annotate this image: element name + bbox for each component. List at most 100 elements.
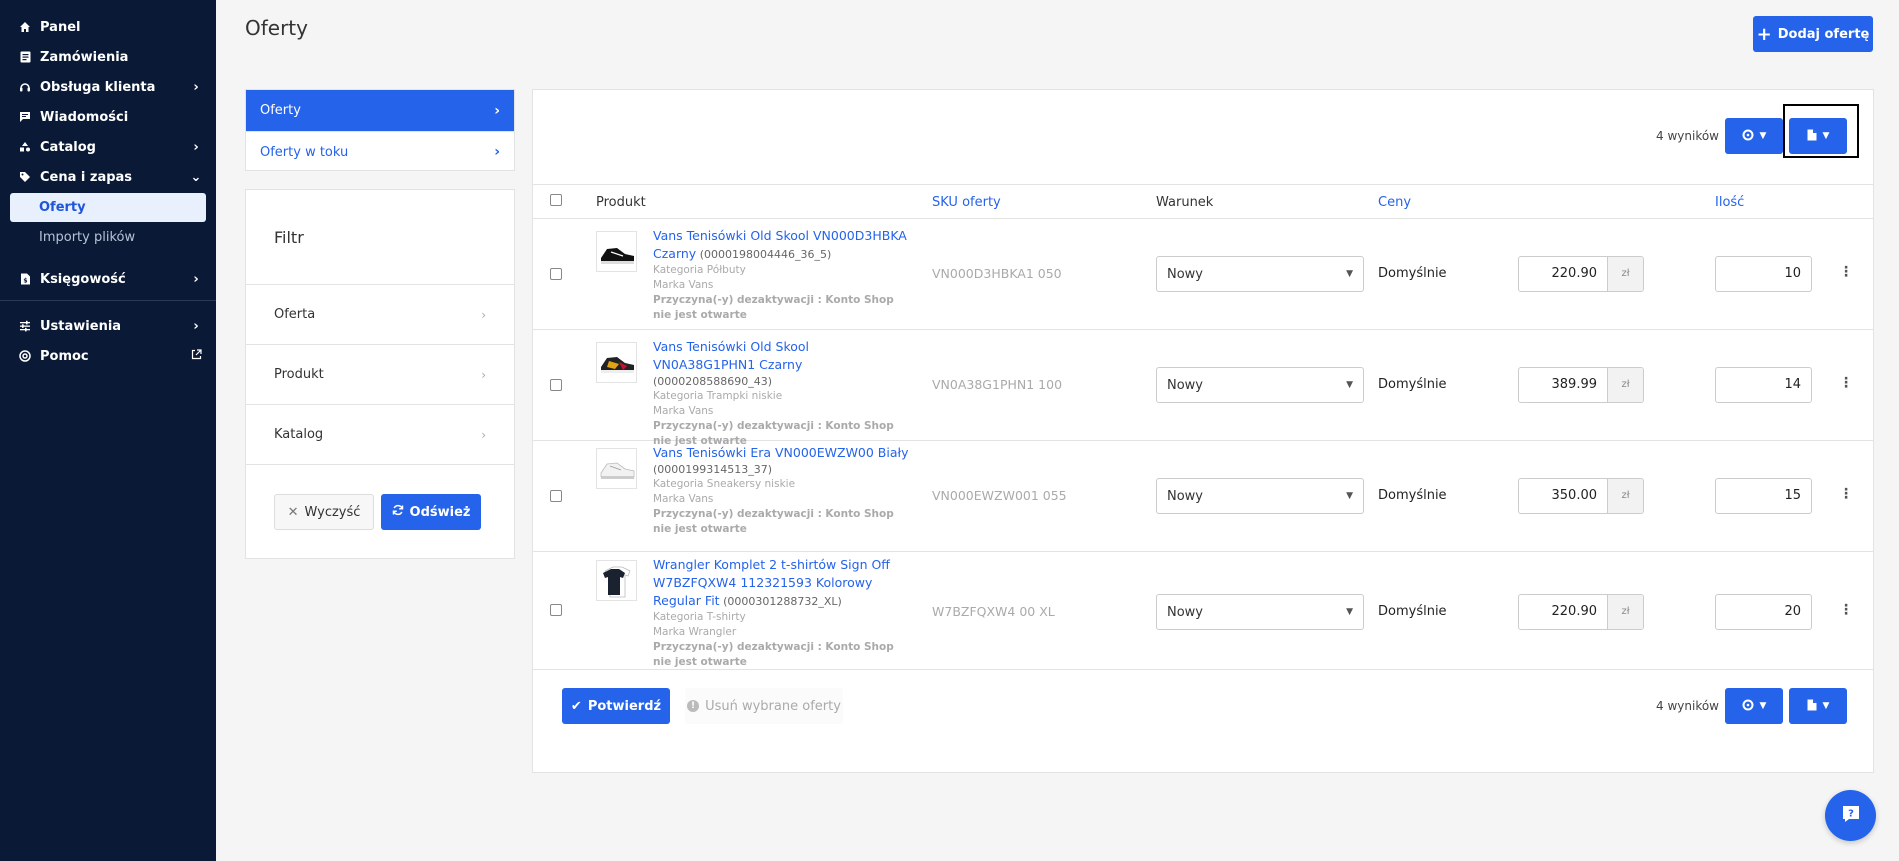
- help-chat-button[interactable]: ?: [1825, 790, 1876, 841]
- product-brand: Marka Vans: [653, 279, 714, 291]
- offer-sku: VN000D3HBKA1 050: [932, 266, 1062, 281]
- nav-item-help[interactable]: Pomoc: [0, 341, 216, 371]
- orders-icon: [18, 50, 32, 64]
- condition-select[interactable]: Nowy ▼: [1156, 478, 1364, 514]
- column-condition: Warunek: [1156, 195, 1214, 210]
- table-header: Produkt SKU oferty Warunek Ceny Ilość: [533, 184, 1873, 219]
- row-checkbox[interactable]: [550, 379, 562, 391]
- page-title: Oferty: [245, 16, 308, 40]
- filter-row-product[interactable]: Produkt ›: [246, 345, 514, 405]
- product-name-link[interactable]: Vans Tenisówki Era VN000EWZW00 Biały: [653, 445, 908, 460]
- column-prices[interactable]: Ceny: [1378, 185, 1411, 220]
- table-row: Wrangler Komplet 2 t-shirtów Sign Off W7…: [533, 552, 1873, 670]
- nav-item-accounting[interactable]: $ Księgowość ›: [0, 264, 216, 294]
- price-input[interactable]: 220.90 zł: [1518, 594, 1644, 630]
- nav-item-messages[interactable]: Wiadomości: [0, 102, 216, 132]
- refresh-button[interactable]: Odśwież: [381, 494, 481, 530]
- nav-item-customer-service[interactable]: Obsługa klienta ›: [0, 72, 216, 102]
- product-thumbnail: [596, 560, 637, 601]
- price-input[interactable]: 220.90 zł: [1518, 256, 1644, 292]
- column-quantity[interactable]: Ilość: [1715, 185, 1744, 220]
- filter-title: Filtr: [246, 190, 514, 285]
- price-type: Domyślnie: [1378, 604, 1447, 619]
- sidebar: Panel Zamówienia Obsługa klienta › Wiado…: [0, 0, 216, 861]
- deactivation-reason: Przyczyna(-y) dezaktywacji : Konto Shop …: [653, 294, 894, 321]
- price-value: 220.90: [1551, 604, 1598, 619]
- table-row: Vans Tenisówki Era VN000EWZW00 Biały (000…: [533, 441, 1873, 552]
- condition-select[interactable]: Nowy ▼: [1156, 256, 1364, 292]
- chevron-down-icon: ▼: [1759, 701, 1767, 711]
- more-options-icon[interactable]: ⋮: [1839, 264, 1853, 280]
- product-category: Kategoria Półbuty: [653, 264, 746, 276]
- product-info: Vans Tenisówki Old Skool VN0A38G1PHN1 Cz…: [653, 338, 913, 449]
- filter-row-catalog[interactable]: Katalog ›: [246, 405, 514, 465]
- nav-item-orders[interactable]: Zamówienia: [0, 42, 216, 72]
- add-offer-button[interactable]: + Dodaj ofertę: [1753, 16, 1873, 52]
- confirm-button[interactable]: ✔ Potwierdź: [562, 688, 670, 724]
- nav-subitem-offers[interactable]: Oferty: [10, 193, 206, 222]
- chevron-right-icon: ›: [494, 102, 500, 119]
- nav-subitem-file-imports[interactable]: Importy plików: [10, 223, 206, 252]
- product-info: Vans Tenisówki Old Skool VN000D3HBKA Cza…: [653, 227, 913, 323]
- tab-label: Oferty w toku: [260, 144, 349, 160]
- tab-offers-in-progress[interactable]: Oferty w toku ›: [246, 131, 514, 172]
- chevron-right-icon: ›: [193, 318, 199, 334]
- nav-item-settings[interactable]: Ustawienia ›: [0, 311, 216, 341]
- clear-button[interactable]: ✕ Wyczyść: [274, 494, 374, 530]
- row-checkbox[interactable]: [550, 604, 562, 616]
- tab-offers[interactable]: Oferty ›: [246, 90, 514, 131]
- filter-row-offer[interactable]: Oferta ›: [246, 285, 514, 345]
- checkmark-icon: ✔: [570, 698, 582, 714]
- delete-selected-button[interactable]: ! Usuń wybrane oferty: [685, 688, 843, 724]
- caret-down-icon: ▼: [1346, 607, 1353, 617]
- condition-select[interactable]: Nowy ▼: [1156, 367, 1364, 403]
- tabs-panel: Oferty › Oferty w toku ›: [245, 89, 515, 171]
- currency-addon: zł: [1607, 595, 1643, 629]
- more-options-icon[interactable]: ⋮: [1839, 486, 1853, 502]
- export-dropdown-button[interactable]: ▼: [1789, 688, 1847, 724]
- product-brand: Marka Vans: [653, 405, 714, 417]
- product-thumbnail: [596, 231, 637, 272]
- price-value: 389.99: [1551, 377, 1598, 392]
- condition-select[interactable]: Nowy ▼: [1156, 594, 1364, 630]
- select-all-cell: [550, 185, 562, 220]
- svg-text:$: $: [23, 278, 27, 285]
- price-input[interactable]: 389.99 zł: [1518, 367, 1644, 403]
- accounting-icon: $: [18, 272, 32, 286]
- product-brand: Marka Vans: [653, 493, 714, 505]
- price-input[interactable]: 350.00 zł: [1518, 478, 1644, 514]
- filter-row-label: Katalog: [274, 427, 324, 442]
- chevron-right-icon: ›: [494, 144, 500, 160]
- nav-item-label: Obsługa klienta: [40, 79, 156, 95]
- message-icon: [18, 110, 32, 124]
- nav-item-price-stock[interactable]: Cena i zapas ⌄: [0, 162, 216, 192]
- deactivation-reason: Przyczyna(-y) dezaktywacji : Konto Shop …: [653, 508, 894, 535]
- add-offer-label: Dodaj ofertę: [1777, 26, 1870, 42]
- more-options-icon[interactable]: ⋮: [1839, 602, 1853, 618]
- quantity-input[interactable]: 14: [1715, 367, 1812, 403]
- offer-sku: W7BZFQXW4 00 XL: [932, 604, 1055, 619]
- row-checkbox[interactable]: [550, 268, 562, 280]
- row-checkbox[interactable]: [550, 490, 562, 502]
- nav-item-panel[interactable]: Panel: [0, 12, 216, 42]
- quantity-input[interactable]: 15: [1715, 478, 1812, 514]
- nav-item-catalog[interactable]: Catalog ›: [0, 132, 216, 162]
- nav-item-label: Księgowość: [40, 271, 126, 287]
- caret-down-icon: ▼: [1346, 491, 1353, 501]
- quantity-input[interactable]: 20: [1715, 594, 1812, 630]
- select-all-checkbox[interactable]: [550, 194, 562, 206]
- filter-actions: ✕ Wyczyść Odśwież: [274, 494, 481, 530]
- actions-dropdown-button[interactable]: ▼: [1725, 688, 1783, 724]
- more-options-icon[interactable]: ⋮: [1839, 375, 1853, 391]
- refresh-icon: [392, 504, 404, 520]
- actions-dropdown-button[interactable]: ▼: [1725, 118, 1783, 154]
- column-sku[interactable]: SKU oferty: [932, 185, 1001, 220]
- offer-sku: VN000EWZW001 055: [932, 488, 1067, 503]
- quantity-input[interactable]: 10: [1715, 256, 1812, 292]
- product-info: Wrangler Komplet 2 t-shirtów Sign Off W7…: [653, 556, 913, 670]
- refresh-label: Odśwież: [409, 504, 471, 520]
- price-type: Domyślnie: [1378, 266, 1447, 281]
- nav-item-label: Wiadomości: [40, 109, 129, 125]
- product-name-link[interactable]: Vans Tenisówki Old Skool VN0A38G1PHN1 Cz…: [653, 339, 809, 372]
- product-category: Kategoria Sneakersy niskie: [653, 478, 796, 490]
